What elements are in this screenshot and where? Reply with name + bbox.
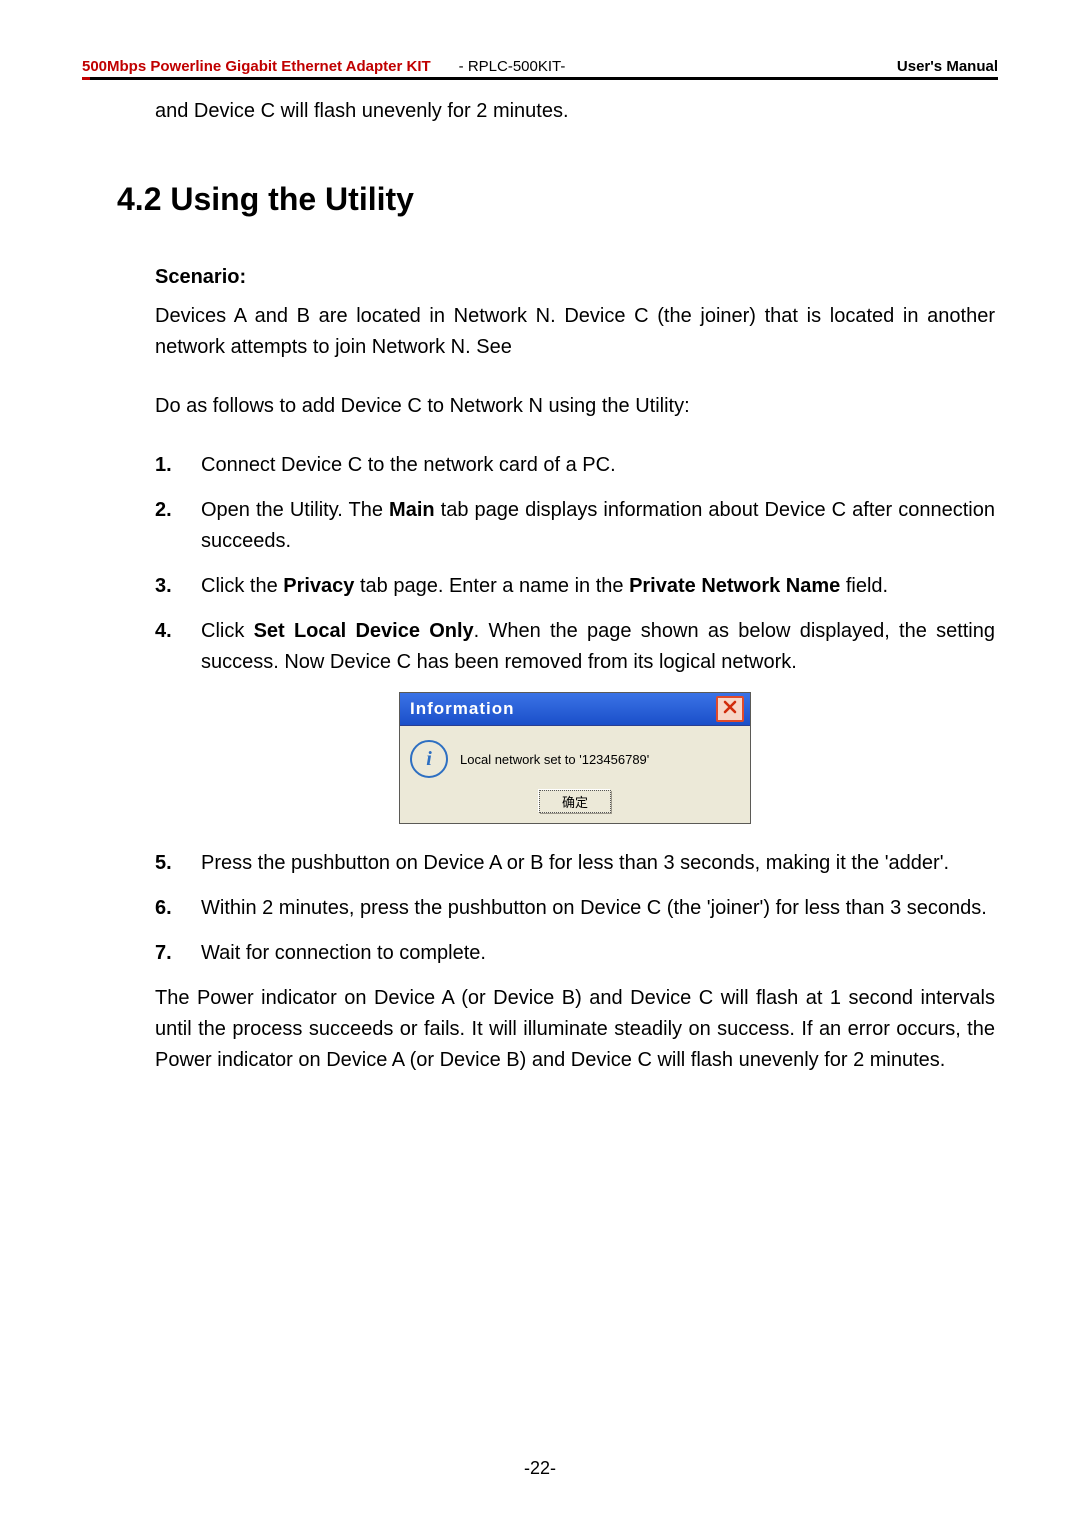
page-number: -22- bbox=[0, 1458, 1080, 1479]
step-number: 6. bbox=[155, 893, 172, 924]
step-text: Connect Device C to the network card of … bbox=[201, 454, 616, 476]
carryover-text: and Device C will flash unevenly for 2 m… bbox=[155, 96, 995, 127]
header-doc-type: User's Manual bbox=[897, 58, 998, 75]
step-1: 1. Connect Device C to the network card … bbox=[155, 450, 995, 481]
close-button[interactable] bbox=[716, 696, 744, 722]
header-model: - RPLC-500KIT- bbox=[459, 58, 566, 75]
step-4: 4. Click Set Local Device Only. When the… bbox=[155, 616, 995, 678]
information-dialog: Information i Local network set to '1234… bbox=[399, 692, 751, 824]
step-text: Click the Privacy tab page. Enter a name… bbox=[201, 575, 888, 597]
step-number: 5. bbox=[155, 848, 172, 879]
section-title: 4.2 Using the Utility bbox=[117, 181, 995, 218]
scenario-text: Devices A and B are located in Network N… bbox=[155, 301, 995, 363]
dialog-message: Local network set to '123456789' bbox=[460, 752, 649, 767]
step-2: 2. Open the Utility. The Main tab page d… bbox=[155, 495, 995, 557]
header-product: 500Mbps Powerline Gigabit Ethernet Adapt… bbox=[82, 58, 431, 75]
step-7: 7. Wait for connection to complete. bbox=[155, 938, 995, 969]
step-number: 7. bbox=[155, 938, 172, 969]
step-text: Press the pushbutton on Device A or B fo… bbox=[201, 852, 949, 874]
dialog-title-text: Information bbox=[410, 699, 515, 719]
step-text: Open the Utility. The Main tab page disp… bbox=[201, 499, 995, 552]
close-icon bbox=[723, 699, 737, 719]
page-content: and Device C will flash unevenly for 2 m… bbox=[155, 96, 995, 1104]
info-icon: i bbox=[410, 740, 448, 778]
step-text: Within 2 minutes, press the pushbutton o… bbox=[201, 897, 987, 919]
step-6: 6. Within 2 minutes, press the pushbutto… bbox=[155, 893, 995, 924]
step-3: 3. Click the Privacy tab page. Enter a n… bbox=[155, 571, 995, 602]
step-5: 5. Press the pushbutton on Device A or B… bbox=[155, 848, 995, 879]
steps-list: 1. Connect Device C to the network card … bbox=[155, 450, 995, 678]
scenario-label: Scenario: bbox=[155, 266, 995, 289]
step-number: 3. bbox=[155, 571, 172, 602]
closing-paragraph: The Power indicator on Device A (or Devi… bbox=[155, 983, 995, 1076]
header-rule bbox=[82, 77, 998, 80]
page-header: 500Mbps Powerline Gigabit Ethernet Adapt… bbox=[82, 58, 998, 80]
step-text: Click Set Local Device Only. When the pa… bbox=[201, 620, 995, 673]
lead-in: Do as follows to add Device C to Network… bbox=[155, 391, 995, 422]
step-number: 2. bbox=[155, 495, 172, 526]
ok-button[interactable]: 确定 bbox=[539, 790, 611, 813]
dialog-screenshot: Information i Local network set to '1234… bbox=[155, 692, 995, 824]
step-text: Wait for connection to complete. bbox=[201, 942, 486, 964]
step-number: 1. bbox=[155, 450, 172, 481]
step-number: 4. bbox=[155, 616, 172, 647]
dialog-titlebar: Information bbox=[400, 693, 750, 726]
steps-list-continued: 5. Press the pushbutton on Device A or B… bbox=[155, 848, 995, 969]
